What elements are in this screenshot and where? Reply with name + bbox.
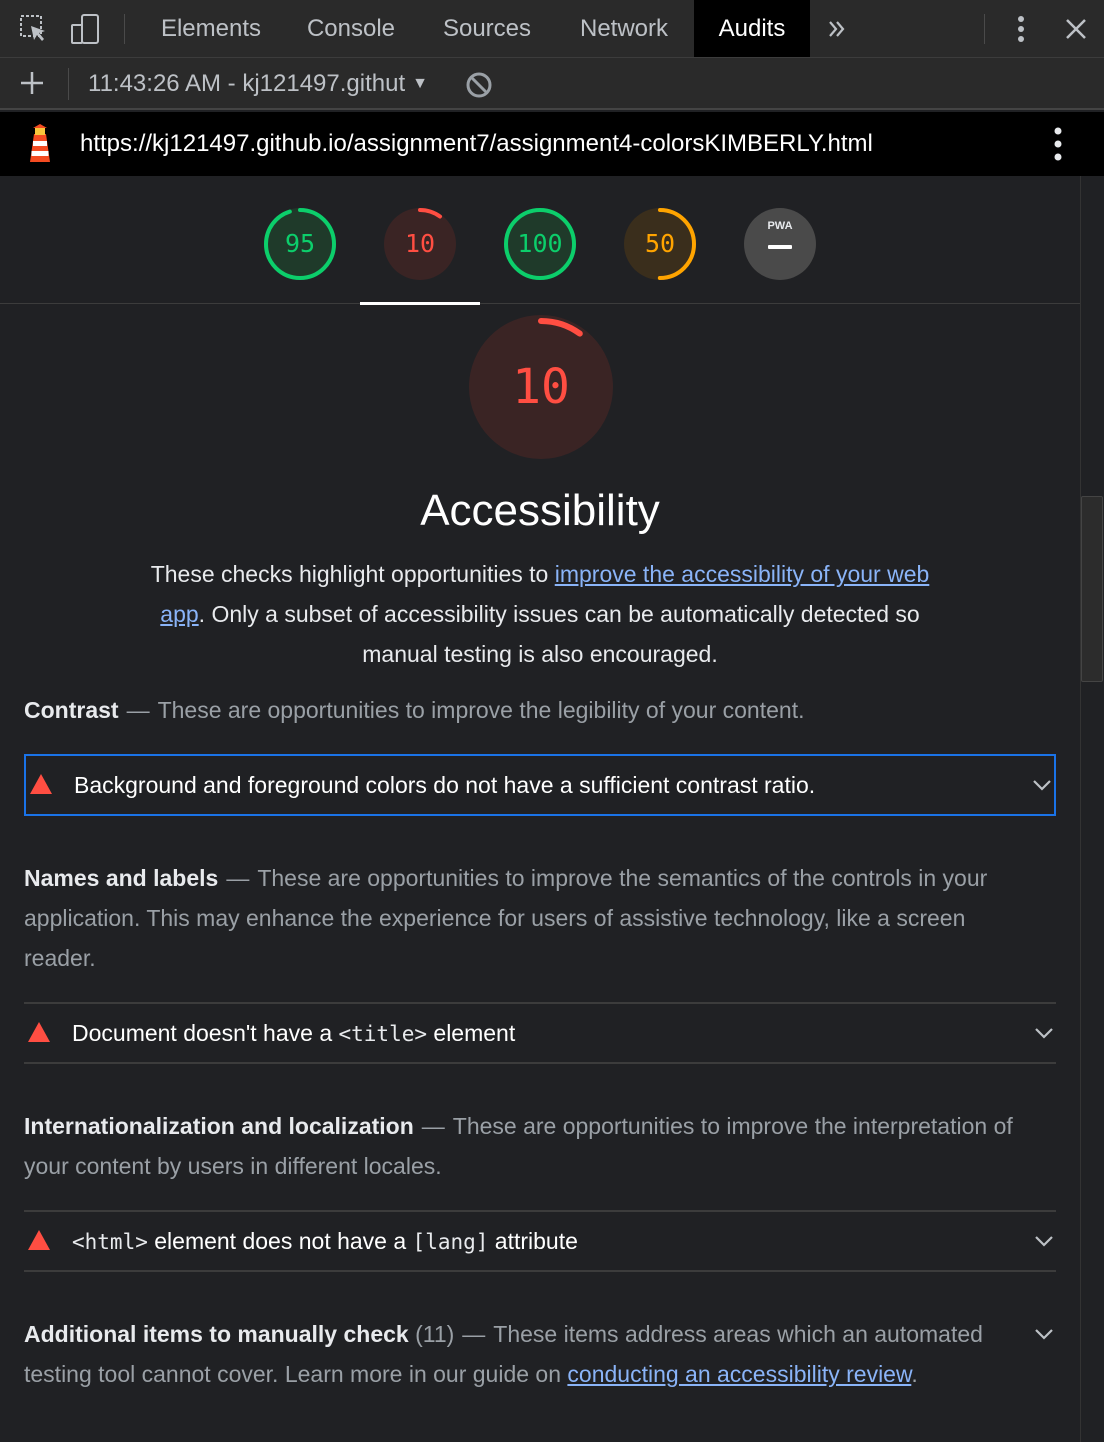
report-url-bar: https://kj121497.github.io/assignment7/a… [0,112,1104,176]
gauge-accessibility[interactable]: 10 [383,207,457,281]
audits-toolbar: 11:43:26 AM - kj121497.githut ▼ [0,58,1104,110]
more-tabs-chevron-icon[interactable] [822,14,852,44]
devtools-tab-bar: Elements Console Sources Network Audits [0,0,1104,58]
toolbar-divider [68,68,69,100]
clear-all-icon[interactable] [464,70,494,100]
audit-title: <html> element does not have a [lang] at… [72,1212,578,1271]
inspect-element-icon[interactable] [18,13,50,45]
group-manual-header[interactable]: Additional items to manually check (11) —… [24,1314,1014,1394]
audit-title-text: element does not have a [147,1228,413,1254]
close-icon[interactable] [1060,13,1092,45]
tab-elements[interactable]: Elements [140,0,282,57]
kebab-menu-icon[interactable] [1005,13,1037,45]
tab-audits[interactable]: Audits [694,0,810,57]
report-url: https://kj121497.github.io/assignment7/a… [80,130,873,157]
report-selector[interactable]: 11:43:26 AM - kj121497.githut ▼ [88,68,428,100]
group-description: These are opportunities to improve the l… [157,697,805,723]
group-title: Contrast [24,697,119,723]
report-menu-icon[interactable] [1046,126,1070,162]
gauge-score: 10 [404,229,436,258]
gauge-score: 50 [644,229,676,258]
tab-sources[interactable]: Sources [420,0,554,57]
scrollbar-track[interactable] [1080,176,1104,1442]
selected-gauge-indicator [360,302,480,305]
device-toolbar-icon[interactable] [70,13,102,45]
gauge-score: 100 [517,229,563,258]
audit-title-text: element [427,1020,516,1046]
gauge-performance[interactable]: 95 [263,207,337,281]
gauge-score: 95 [284,229,316,258]
audit-title: Document doesn't have a <title> element [72,1004,515,1063]
score-gauges-row: 95 10 100 50 PWA [0,176,1080,305]
tab-console[interactable]: Console [286,0,416,57]
group-i18n-header: Internationalization and localization — Th… [24,1113,1013,1179]
toolbar-divider [984,14,985,44]
group-names-labels-header: Names and labels — These are opportunities… [24,865,988,971]
gauge-seo[interactable]: 50 [623,207,697,281]
group-contrast-header: Contrast — These are opportunities to impr… [24,697,805,723]
audit-title-code: [lang] [412,1230,489,1254]
audit-title-text: attribute [488,1228,578,1254]
audit-title-text: Document doesn't have a [72,1020,339,1046]
category-title: Accessibility [420,486,660,535]
fail-triangle-icon [30,774,52,794]
fail-triangle-icon [28,1022,50,1042]
category-description-text: . Only a subset of accessibility issues … [198,601,920,667]
report-selector-label: 11:43:26 AM - kj121497.githut [88,70,406,97]
category-description-text: These checks highlight opportunities to [150,561,555,587]
pwa-badge-label: PWA [767,220,793,232]
chevron-down-icon[interactable] [1032,1229,1056,1253]
gauge-best-practices[interactable]: 100 [503,207,577,281]
chevron-down-icon[interactable] [1032,1021,1056,1045]
fail-triangle-icon [28,1230,50,1250]
chevron-down-icon[interactable] [1032,1322,1056,1346]
scrollbar-thumb[interactable] [1081,496,1103,682]
category-description: These checks highlight opportunities to … [140,554,940,674]
lighthouse-logo-icon [30,124,50,162]
category-score: 10 [512,359,570,415]
audit-color-contrast[interactable]: Background and foreground colors do not … [24,754,1056,816]
audit-title-code: <html> [72,1230,148,1254]
tab-network[interactable]: Network [558,0,690,57]
group-description-end: . [911,1361,918,1387]
report-content: 95 10 100 50 PWA 10 Accessibility These … [0,176,1080,1442]
gauge-pwa[interactable]: PWA [743,207,817,281]
group-title: Additional items to manually check [24,1321,409,1347]
group-title: Names and labels [24,865,219,891]
audit-document-title[interactable]: Document doesn't have a <title> element [24,1002,1056,1064]
audit-title: Background and foreground colors do not … [74,772,816,798]
new-audit-plus-icon[interactable] [18,69,46,97]
chevron-down-icon[interactable] [1030,773,1054,797]
manual-count: (11) [415,1321,455,1347]
audit-title-code: <title> [338,1022,428,1046]
audit-html-has-lang[interactable]: <html> element does not have a [lang] at… [24,1210,1056,1272]
category-score-gauge: 10 [468,314,614,460]
dropdown-caret-icon: ▼ [412,75,428,92]
accessibility-review-link[interactable]: conducting an accessibility review [567,1361,911,1387]
group-title: Internationalization and localization [24,1113,414,1139]
toolbar-divider [124,14,125,44]
